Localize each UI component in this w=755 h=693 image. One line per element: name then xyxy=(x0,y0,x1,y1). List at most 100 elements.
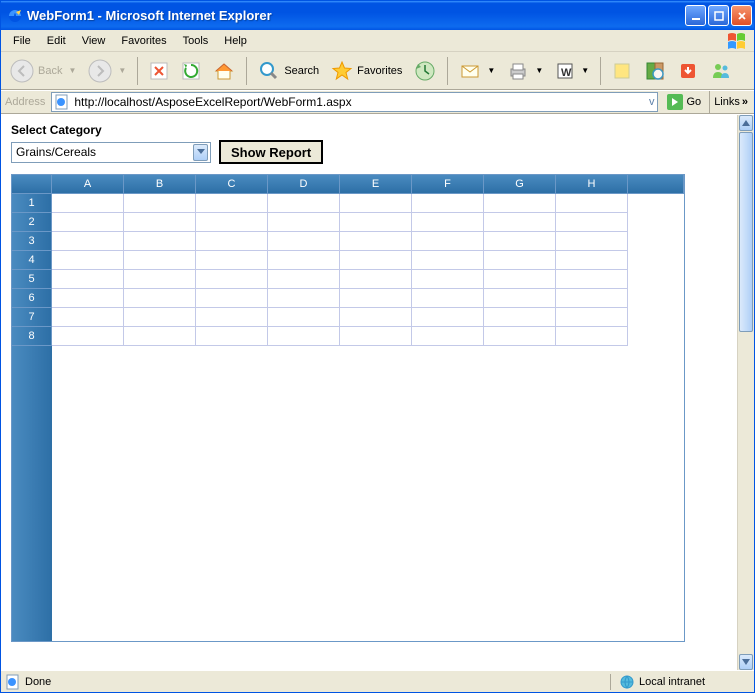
row-header[interactable]: 4 xyxy=(12,251,52,270)
cell[interactable] xyxy=(124,308,196,327)
dropdown-icon[interactable]: v xyxy=(649,96,655,108)
cell[interactable] xyxy=(484,270,556,289)
cell[interactable] xyxy=(268,251,340,270)
notes-button[interactable] xyxy=(607,57,637,85)
cell[interactable] xyxy=(484,194,556,213)
cell[interactable] xyxy=(196,308,268,327)
cell[interactable] xyxy=(52,327,124,346)
go-button[interactable]: Go xyxy=(662,93,706,111)
row-header[interactable]: 7 xyxy=(12,308,52,327)
cell[interactable] xyxy=(412,327,484,346)
close-button[interactable] xyxy=(731,5,752,26)
messenger-button[interactable] xyxy=(705,56,737,86)
cell[interactable] xyxy=(340,308,412,327)
cell[interactable] xyxy=(52,251,124,270)
cell[interactable] xyxy=(196,232,268,251)
col-header[interactable]: A xyxy=(52,175,124,194)
cell[interactable] xyxy=(52,232,124,251)
stop-button[interactable] xyxy=(144,57,174,85)
cell[interactable] xyxy=(484,232,556,251)
cell[interactable] xyxy=(556,327,628,346)
cell[interactable] xyxy=(412,308,484,327)
cell[interactable] xyxy=(196,289,268,308)
cell[interactable] xyxy=(124,289,196,308)
links-button[interactable]: Links » xyxy=(709,91,752,113)
cell[interactable] xyxy=(268,327,340,346)
menu-edit[interactable]: Edit xyxy=(39,32,74,50)
col-header[interactable]: H xyxy=(556,175,628,194)
cell[interactable] xyxy=(484,308,556,327)
row-header[interactable]: 6 xyxy=(12,289,52,308)
address-input[interactable]: http://localhost/AsposeExcelReport/WebFo… xyxy=(51,92,657,112)
cell[interactable] xyxy=(196,251,268,270)
cell[interactable] xyxy=(268,194,340,213)
cell[interactable] xyxy=(556,194,628,213)
sheet-corner[interactable] xyxy=(12,175,52,194)
search-button[interactable]: Search xyxy=(253,56,324,86)
menu-tools[interactable]: Tools xyxy=(175,32,217,50)
cell[interactable] xyxy=(412,232,484,251)
vertical-scrollbar[interactable] xyxy=(737,115,754,670)
cell[interactable] xyxy=(484,327,556,346)
scroll-up-icon[interactable] xyxy=(739,115,753,131)
cell[interactable] xyxy=(124,327,196,346)
download-button[interactable] xyxy=(673,57,703,85)
show-report-button[interactable]: Show Report xyxy=(219,140,323,164)
cell[interactable] xyxy=(124,194,196,213)
col-header[interactable]: B xyxy=(124,175,196,194)
cell[interactable] xyxy=(340,213,412,232)
scroll-down-icon[interactable] xyxy=(739,654,753,670)
cell[interactable] xyxy=(268,213,340,232)
cell[interactable] xyxy=(556,308,628,327)
cell[interactable] xyxy=(268,308,340,327)
maximize-button[interactable] xyxy=(708,5,729,26)
cell[interactable] xyxy=(196,327,268,346)
row-header[interactable]: 3 xyxy=(12,232,52,251)
col-header[interactable]: F xyxy=(412,175,484,194)
menu-favorites[interactable]: Favorites xyxy=(113,32,174,50)
category-select[interactable]: Grains/Cereals xyxy=(11,142,211,163)
cell[interactable] xyxy=(124,251,196,270)
research-button[interactable] xyxy=(639,56,671,86)
row-header[interactable]: 5 xyxy=(12,270,52,289)
cell[interactable] xyxy=(52,270,124,289)
cell[interactable] xyxy=(124,232,196,251)
cell[interactable] xyxy=(556,251,628,270)
mail-button[interactable]: ▼ xyxy=(454,56,500,86)
cell[interactable] xyxy=(52,194,124,213)
col-header[interactable]: D xyxy=(268,175,340,194)
row-header[interactable]: 2 xyxy=(12,213,52,232)
row-header[interactable]: 1 xyxy=(12,194,52,213)
cell[interactable] xyxy=(412,251,484,270)
cell[interactable] xyxy=(340,327,412,346)
scroll-thumb[interactable] xyxy=(739,132,753,332)
cell[interactable] xyxy=(556,232,628,251)
cell[interactable] xyxy=(268,289,340,308)
history-button[interactable] xyxy=(409,56,441,86)
cell[interactable] xyxy=(52,289,124,308)
cell[interactable] xyxy=(412,194,484,213)
cell[interactable] xyxy=(412,289,484,308)
cell[interactable] xyxy=(556,270,628,289)
col-header[interactable]: G xyxy=(484,175,556,194)
col-header[interactable]: C xyxy=(196,175,268,194)
col-header[interactable]: E xyxy=(340,175,412,194)
minimize-button[interactable] xyxy=(685,5,706,26)
cell[interactable] xyxy=(412,270,484,289)
cell[interactable] xyxy=(340,194,412,213)
cell[interactable] xyxy=(340,289,412,308)
cell[interactable] xyxy=(196,270,268,289)
print-button[interactable]: ▼ xyxy=(502,56,548,86)
cell[interactable] xyxy=(484,251,556,270)
row-header[interactable]: 8 xyxy=(12,327,52,346)
cell[interactable] xyxy=(52,213,124,232)
cell[interactable] xyxy=(52,308,124,327)
cell[interactable] xyxy=(124,213,196,232)
cell[interactable] xyxy=(340,251,412,270)
cell[interactable] xyxy=(484,213,556,232)
cell[interactable] xyxy=(412,213,484,232)
cell[interactable] xyxy=(124,270,196,289)
favorites-button[interactable]: Favorites xyxy=(326,56,407,86)
spreadsheet[interactable]: A B C D E F G H 12345678 xyxy=(11,174,685,642)
cell[interactable] xyxy=(268,270,340,289)
